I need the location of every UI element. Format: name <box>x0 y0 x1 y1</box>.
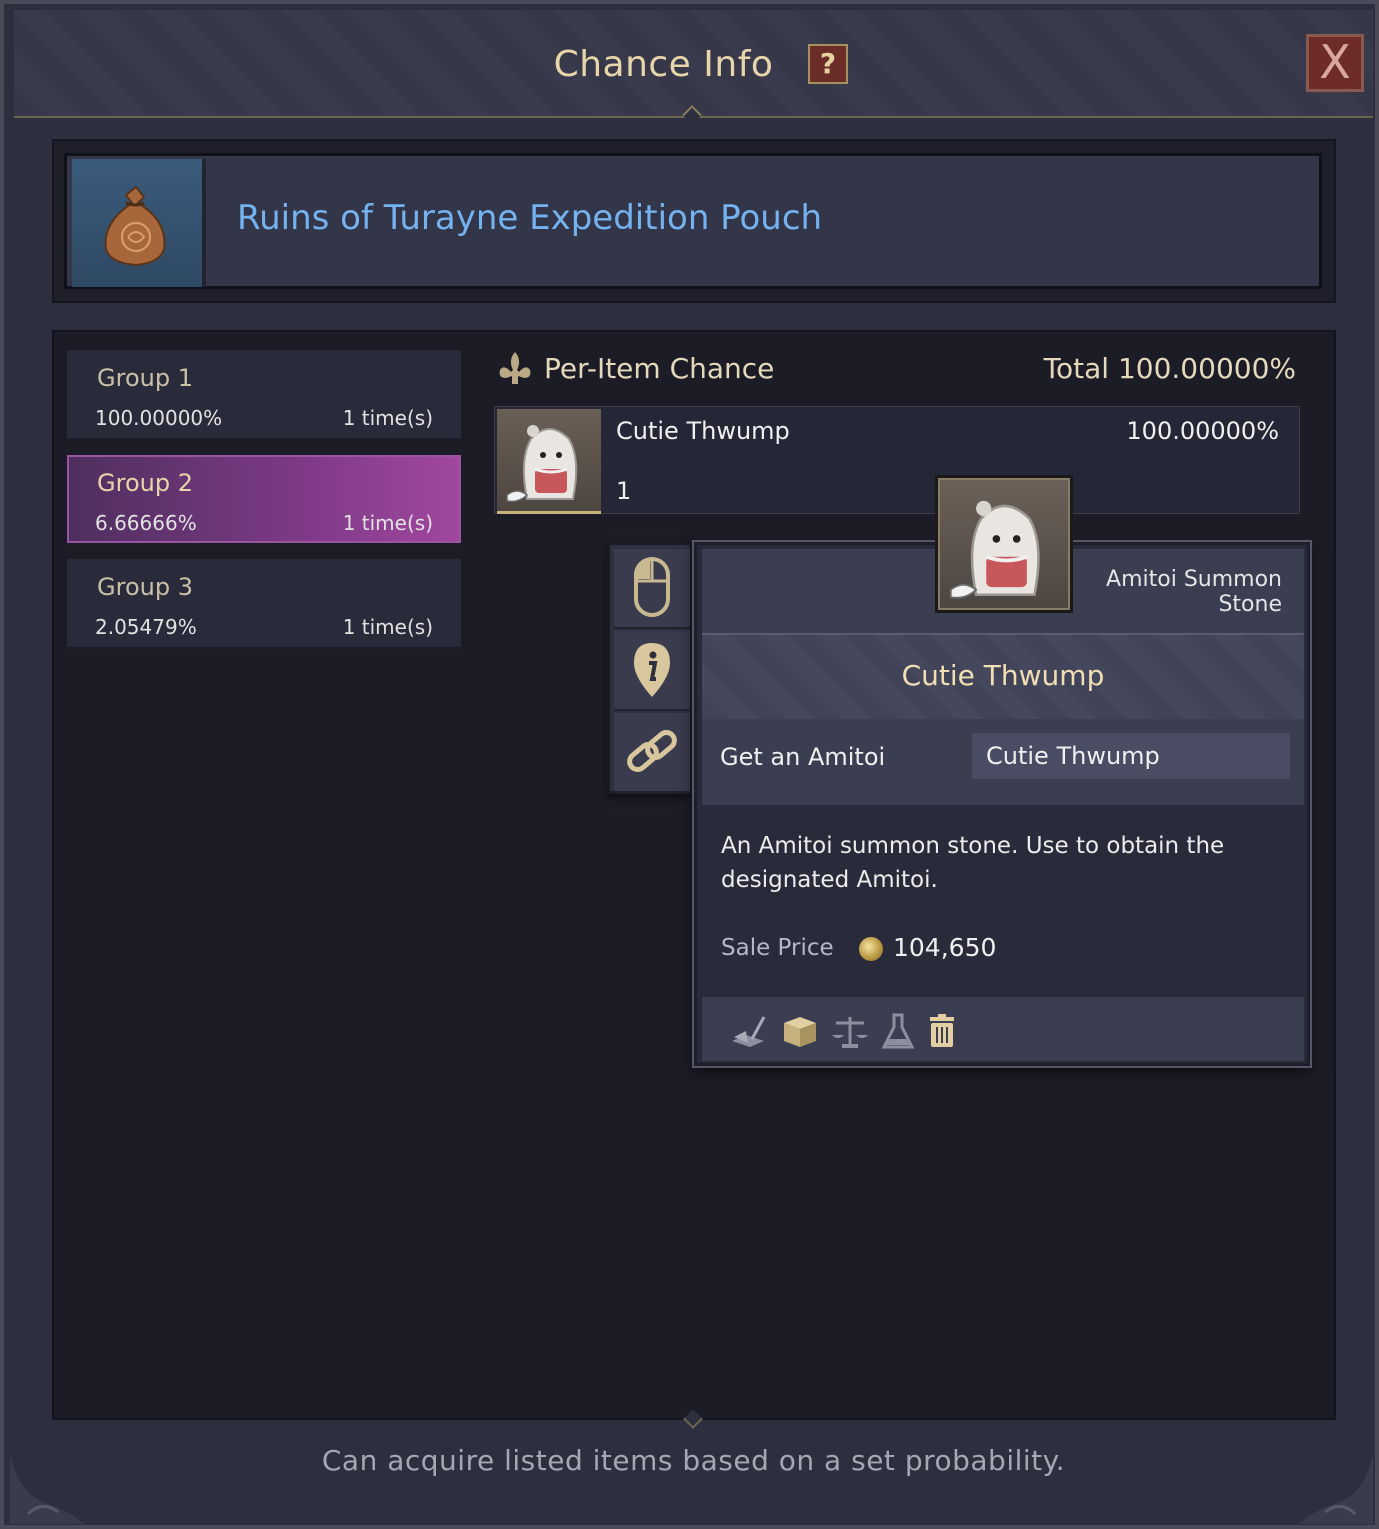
group-times: 1 time(s) <box>342 511 433 535</box>
window-title: Chance Info <box>553 44 774 85</box>
amitoi-icon <box>949 500 1040 599</box>
tooltip-item-type: Amitoi Summon Stone <box>1106 567 1282 617</box>
per-item-total: Total 100.00000% <box>1043 352 1296 385</box>
group-2-tab[interactable]: Group 2 6.66666% 1 time(s) <box>64 452 464 546</box>
item-header-inner: Ruins of Turayne Expedition Pouch <box>64 153 1322 289</box>
help-button[interactable]: ? <box>808 44 848 84</box>
amitoi-icon-slot[interactable] <box>497 409 601 514</box>
amitoi-icon <box>506 425 578 503</box>
tooltip-action-strip <box>607 542 693 794</box>
link-icon <box>627 730 677 772</box>
group-3-tab[interactable]: Group 3 2.05479% 1 time(s) <box>64 556 464 650</box>
info-button[interactable] <box>614 631 690 711</box>
group-name: Group 2 <box>97 469 193 497</box>
mouse-icon <box>634 557 670 617</box>
link-button[interactable] <box>614 713 690 793</box>
per-item-header: Per-Item Chance Total 100.00000% <box>496 350 1296 390</box>
item-row-chance: 100.00000% <box>1126 417 1279 445</box>
info-icon <box>634 643 670 697</box>
tooltip-footer <box>702 997 1304 1061</box>
group-chance: 2.05479% <box>95 615 197 639</box>
tooltip-attribute-label: Get an Amitoi <box>720 743 886 771</box>
sale-price-label: Sale Price <box>721 935 834 961</box>
pouch-icon-slot[interactable] <box>72 159 206 287</box>
item-row[interactable]: Cutie Thwump 1 100.00000% <box>494 406 1300 514</box>
group-chance: 6.66666% <box>95 511 197 535</box>
group-name: Group 1 <box>97 364 193 392</box>
group-1-tab[interactable]: Group 1 100.00000% 1 time(s) <box>64 347 464 441</box>
gold-coin-icon <box>859 937 883 961</box>
tooltip-item-name: Cutie Thwump <box>901 659 1105 692</box>
pouch-icon <box>104 185 166 267</box>
storage-box-icon <box>784 1017 816 1047</box>
tooltip-name-bar: Cutie Thwump <box>702 633 1304 721</box>
footer-note: Can acquire listed items based on a set … <box>321 1444 1066 1477</box>
group-name: Group 3 <box>97 573 193 601</box>
tooltip-attribute-value: Cutie Thwump <box>972 733 1290 779</box>
fleur-de-lis-icon <box>499 352 531 384</box>
tooltip-description: An Amitoi summon stone. Use to obtain th… <box>721 833 1225 893</box>
scales-icon <box>832 1017 868 1048</box>
sale-price-value: 104,650 <box>893 933 997 962</box>
tooltip-attribute: Get an Amitoi Cutie Thwump <box>702 719 1304 805</box>
mouse-button[interactable] <box>614 549 690 629</box>
chance-info-window: Chance Info ? X Ruins of Turayne Expedit… <box>0 0 1379 1529</box>
group-times: 1 time(s) <box>342 615 433 639</box>
item-row-name: Cutie Thwump <box>616 417 790 445</box>
tooltip-icon-frame <box>935 475 1073 613</box>
book-icon <box>732 1016 766 1047</box>
flask-icon <box>881 1013 915 1049</box>
trash-icon <box>930 1014 954 1047</box>
per-item-title: Per-Item Chance <box>544 352 775 385</box>
item-name: Ruins of Turayne Expedition Pouch <box>237 198 823 238</box>
group-chance: 100.00000% <box>95 406 223 430</box>
item-row-quantity: 1 <box>616 477 632 505</box>
close-button[interactable]: X <box>1306 34 1364 92</box>
corner-ornament-right <box>1299 1454 1373 1524</box>
item-tooltip: Amitoi Summon Stone Cutie Thwump Get an … <box>694 475 1310 1066</box>
corner-ornament-left <box>10 1454 84 1524</box>
group-times: 1 time(s) <box>342 406 433 430</box>
item-header: Ruins of Turayne Expedition Pouch <box>52 139 1336 303</box>
